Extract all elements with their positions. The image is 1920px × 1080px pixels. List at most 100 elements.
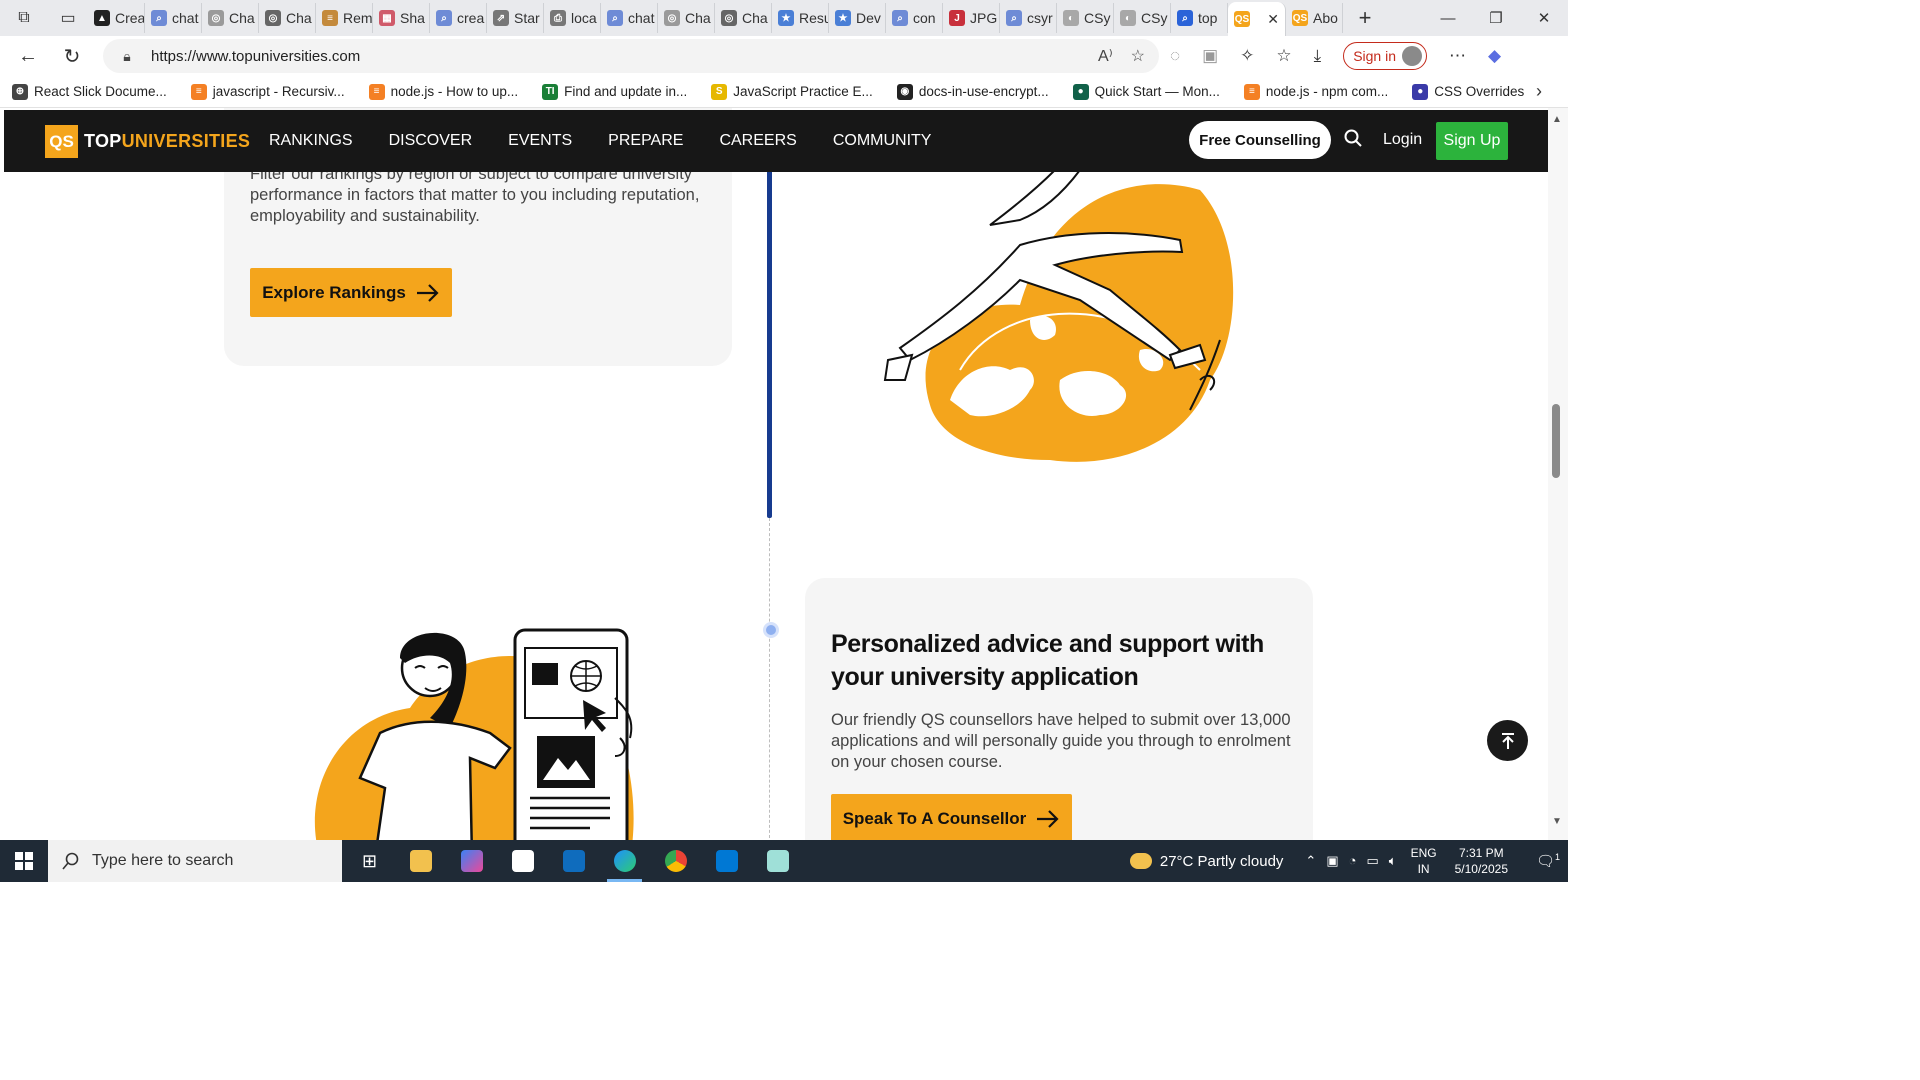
scroll-up-icon[interactable]: ▲ (1552, 114, 1562, 125)
bookmark-favicon-icon: ≡ (368, 83, 385, 100)
taskbar-clock[interactable]: 7:31 PM 5/10/2025 (1455, 845, 1508, 877)
back-to-top-button[interactable] (1487, 720, 1528, 761)
notifications-icon[interactable]: 🗨︎1 (1528, 852, 1568, 870)
browser-tab[interactable]: ◐ CSy (1114, 3, 1171, 33)
scroll-down-icon[interactable]: ▼ (1552, 816, 1562, 827)
more-menu-icon[interactable]: ⋯ (1449, 46, 1466, 66)
site-info-icon[interactable]: 🔒︎ (103, 48, 151, 65)
browser-tab[interactable]: ⌕ chat (145, 3, 202, 33)
bookmark-item[interactable]: ● CSS Overrides (1412, 83, 1524, 100)
explore-rankings-button[interactable]: Explore Rankings (250, 268, 452, 317)
favorite-star-icon[interactable]: ☆ (1131, 46, 1145, 66)
favorites-icon[interactable]: ☆ (1276, 46, 1291, 66)
minimize-icon[interactable]: — (1424, 0, 1472, 36)
chrome-icon[interactable] (650, 840, 701, 882)
page-scrollbar[interactable]: ▲ ▼ (1548, 108, 1568, 840)
wifi-icon[interactable]: ◔ (1349, 853, 1357, 869)
free-counselling-button[interactable]: Free Counselling (1189, 121, 1331, 159)
windows-start-icon[interactable] (0, 840, 48, 882)
outlook-icon[interactable] (548, 840, 599, 882)
tab-favicon-icon: QS (1234, 11, 1250, 27)
nav-community[interactable]: COMMUNITY (833, 132, 932, 150)
tab-favicon-icon: ⌕ (436, 10, 452, 26)
chevron-up-icon[interactable]: ⌃ (1305, 853, 1316, 869)
browser-tab[interactable]: QS Abo (1286, 3, 1343, 33)
extensions-puzzle-icon[interactable]: ✧ (1240, 46, 1254, 66)
battery-icon[interactable]: ▭ (1366, 853, 1378, 869)
nav-rankings[interactable]: RANKINGS (269, 132, 353, 150)
bookmark-item[interactable]: ◉ docs-in-use-encrypt... (896, 83, 1049, 100)
microsoft-store-icon[interactable] (497, 840, 548, 882)
timeline-progress (767, 170, 772, 518)
sign-up-button[interactable]: Sign Up (1436, 122, 1508, 160)
browser-tab[interactable]: ★ Resu (772, 3, 829, 33)
workspaces-icon[interactable]: ⧉ (0, 0, 48, 36)
bookmark-item[interactable]: ≡ node.js - How to up... (368, 83, 518, 100)
bookmark-item[interactable]: ≡ node.js - npm com... (1243, 83, 1388, 100)
browser-tab[interactable]: ◎ Cha (715, 3, 772, 33)
browser-tab[interactable]: ⌕ chat (601, 3, 658, 33)
browser-tab[interactable]: ⌕ csyr (1000, 3, 1057, 33)
browser-tab[interactable]: ◎ Cha (259, 3, 316, 33)
address-bar[interactable]: 🔒︎ https://www.topuniversities.com A⁾ ☆ (103, 39, 1159, 73)
collections-icon[interactable]: ▣ (1202, 46, 1218, 66)
search-icon[interactable] (1344, 129, 1362, 147)
logo-suffix: UNIVERSITIES (121, 131, 251, 151)
new-tab-button[interactable]: + (1343, 5, 1387, 31)
login-link[interactable]: Login (1383, 131, 1422, 149)
scrollbar-thumb[interactable] (1552, 404, 1560, 478)
restore-icon[interactable]: ❐ (1472, 0, 1520, 36)
browser-tab[interactable]: ≡ Rem (316, 3, 373, 33)
bookmark-item[interactable]: ● Quick Start — Mon... (1072, 83, 1220, 100)
bookmarks-overflow-icon[interactable]: › (1536, 81, 1542, 102)
task-view-icon[interactable]: ⊞ (344, 840, 395, 882)
tray-icons: ⌃ ▣ ◔ ▭ 🔈︎ (1305, 853, 1396, 869)
nav-events[interactable]: EVENTS (508, 132, 572, 150)
bookmark-item[interactable]: ≡ javascript - Recursiv... (190, 83, 345, 100)
browser-tab[interactable]: ▲ Crea (88, 3, 145, 33)
browser-tab[interactable]: ⌕ top (1171, 3, 1228, 33)
volume-icon[interactable]: 🔈︎ (1389, 853, 1397, 869)
nav-discover[interactable]: DISCOVER (389, 132, 473, 150)
taskbar-search[interactable]: Type here to search (48, 840, 342, 882)
read-aloud-icon[interactable]: A⁾ (1098, 46, 1113, 66)
refresh-icon[interactable]: ↻ (50, 36, 94, 76)
meet-now-icon[interactable]: ▣ (1326, 853, 1338, 869)
tab-label: loca (571, 10, 597, 26)
edge-browser-icon[interactable] (599, 840, 650, 882)
bookmark-favicon-icon: ≡ (1243, 83, 1260, 100)
close-window-icon[interactable]: ✕ (1520, 0, 1568, 36)
file-explorer-icon[interactable] (395, 840, 446, 882)
bookmark-item[interactable]: TI Find and update in... (542, 83, 687, 100)
vscode-icon[interactable] (701, 840, 752, 882)
downloads-icon[interactable]: ⤓ (1314, 46, 1322, 66)
input-language[interactable]: ENG IN (1411, 845, 1437, 877)
sign-in-button[interactable]: Sign in (1343, 42, 1427, 70)
browser-tab[interactable]: ★ Dev (829, 3, 886, 33)
browser-tab[interactable]: ⌕ con (886, 3, 943, 33)
bookmark-item[interactable]: ⊕ React Slick Docume... (12, 83, 167, 100)
browser-tab[interactable]: J JPG (943, 3, 1000, 33)
browser-tab[interactable]: ◎ Cha (658, 3, 715, 33)
copilot-app-icon[interactable] (446, 840, 497, 882)
topuniversities-logo[interactable]: QS TOPUNIVERSITIES (45, 125, 250, 158)
speak-to-counsellor-button[interactable]: Speak To A Counsellor (831, 794, 1072, 840)
browser-tab[interactable]: ⎙ loca (544, 3, 601, 33)
browser-tab[interactable]: ◎ Cha (202, 3, 259, 33)
copilot-icon[interactable]: ◆ (1488, 46, 1501, 66)
browser-tab[interactable]: ⇗ Star (487, 3, 544, 33)
back-icon[interactable]: ← (6, 36, 50, 76)
close-tab-icon[interactable]: ✕ (1267, 11, 1279, 28)
nav-careers[interactable]: CAREERS (719, 132, 796, 150)
browser-tab[interactable]: ◐ CSy (1057, 3, 1114, 33)
browser-tab[interactable]: ⌕ crea (430, 3, 487, 33)
tab-active[interactable]: QS ✕ (1228, 2, 1286, 36)
nav-prepare[interactable]: PREPARE (608, 132, 683, 150)
url-text[interactable]: https://www.topuniversities.com (151, 48, 360, 65)
extension-icon[interactable]: ◌ (1170, 46, 1180, 66)
notepad-app-icon[interactable] (752, 840, 803, 882)
browser-tab[interactable]: ▦ Sha (373, 3, 430, 33)
weather-widget[interactable]: 27°C Partly cloudy (1129, 853, 1283, 870)
bookmark-item[interactable]: S JavaScript Practice E... (711, 83, 873, 100)
tab-actions-icon[interactable]: ▭ (48, 0, 88, 36)
